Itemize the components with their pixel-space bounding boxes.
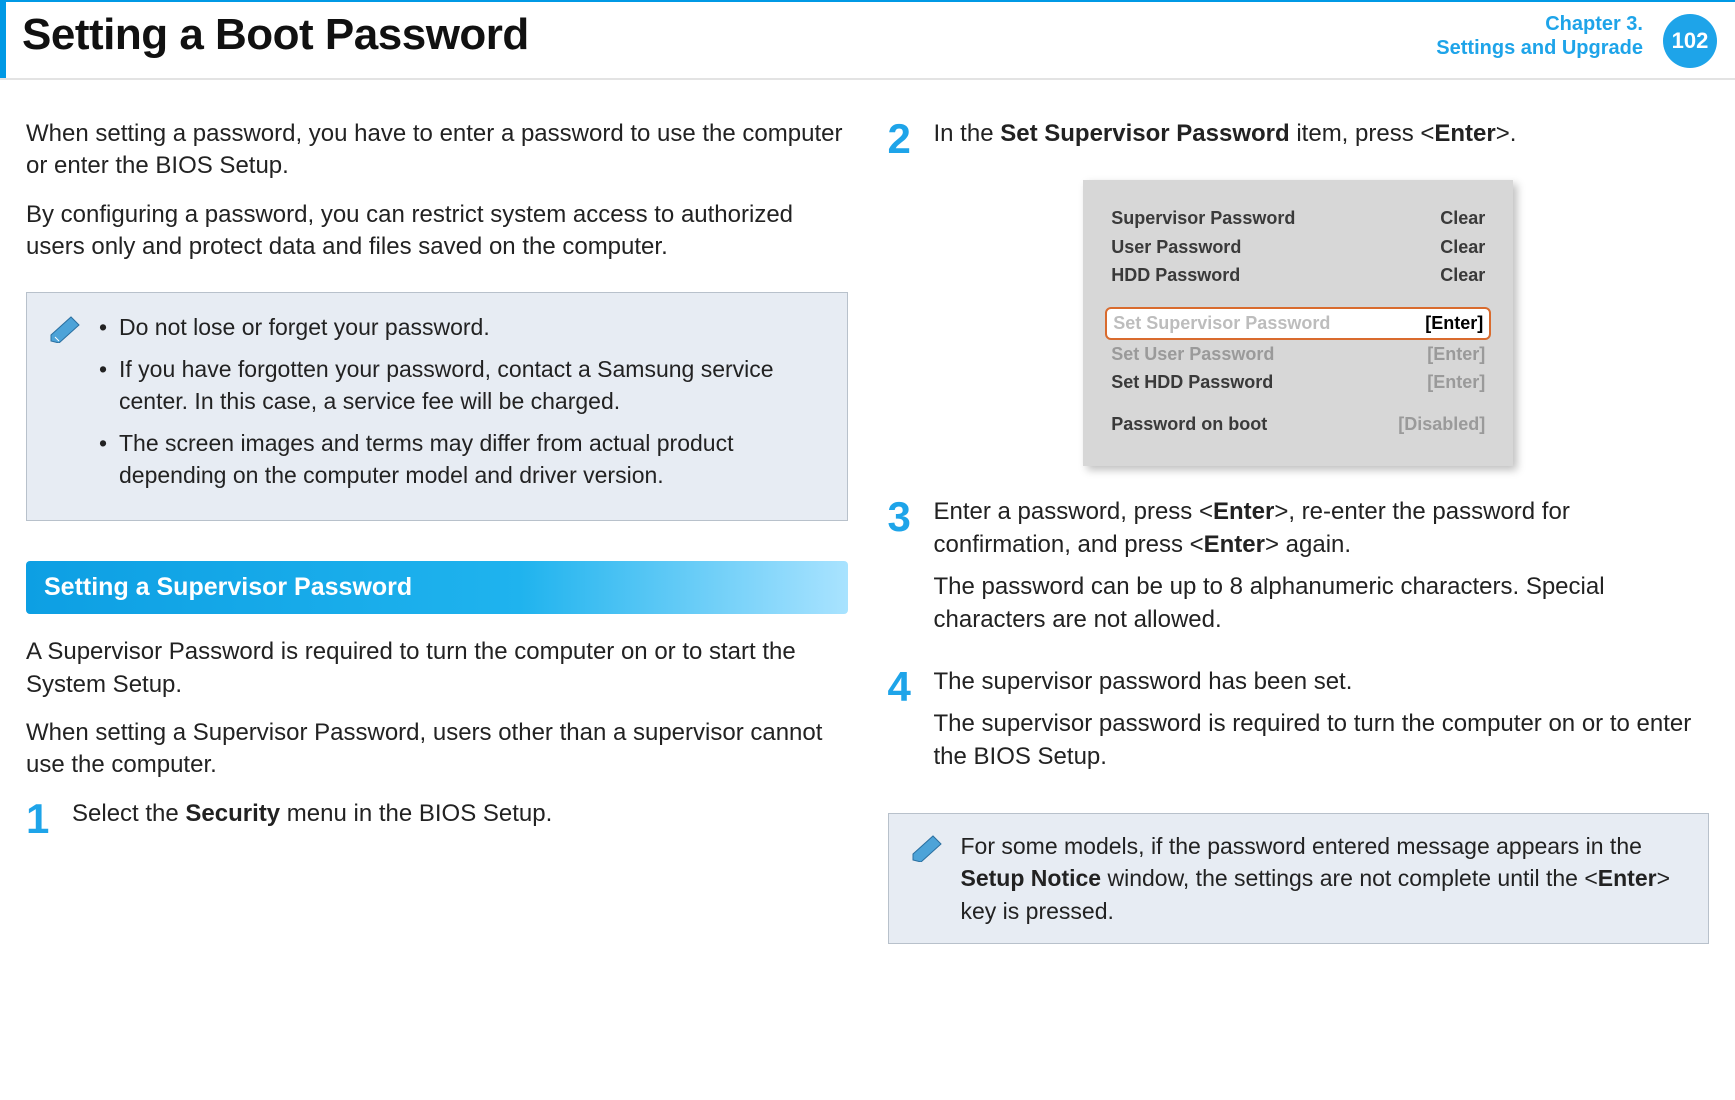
step-3: 3 Enter a password, press <Enter>, re-en…: [888, 496, 1710, 646]
text: Select the: [72, 800, 185, 827]
bios-row: Password on boot [Disabled]: [1111, 412, 1485, 436]
bios-label: Set Supervisor Password: [1113, 311, 1330, 335]
text: The supervisor password is required to t…: [934, 708, 1710, 773]
intro-paragraph-1: When setting a password, you have to ent…: [26, 118, 848, 183]
note-item: Do not lose or forget your password.: [99, 311, 825, 343]
page-number-badge: 102: [1663, 14, 1717, 68]
bios-row: User Password Clear: [1111, 235, 1485, 259]
note-list: Do not lose or forget your password. If …: [99, 311, 825, 502]
bios-value: [Enter]: [1427, 342, 1485, 366]
step-2: 2 In the Set Supervisor Password item, p…: [888, 118, 1710, 160]
text: menu in the BIOS Setup.: [280, 800, 552, 827]
note-text: For some models, if the password entered…: [961, 830, 1687, 927]
bios-row: Set HDD Password [Enter]: [1111, 370, 1485, 394]
bios-value: Clear: [1440, 235, 1485, 259]
note-icon: [49, 315, 85, 343]
bios-row: HDD Password Clear: [1111, 263, 1485, 287]
text: > again.: [1265, 531, 1351, 558]
text: For some models, if the password entered…: [961, 833, 1642, 859]
bios-row: Supervisor Password Clear: [1111, 206, 1485, 230]
bios-label: HDD Password: [1111, 263, 1240, 287]
step-body: The supervisor password has been set. Th…: [934, 666, 1710, 783]
bios-value: Clear: [1440, 206, 1485, 230]
page-title: Setting a Boot Password: [6, 2, 1436, 78]
chapter-label: Chapter 3. Settings and Upgrade: [1436, 2, 1657, 78]
step-number: 4: [888, 666, 918, 783]
step-4: 4 The supervisor password has been set. …: [888, 666, 1710, 783]
chapter-line-1: Chapter 3.: [1436, 12, 1643, 36]
bold-text: Enter: [1434, 120, 1495, 147]
content-columns: When setting a password, you have to ent…: [0, 80, 1735, 944]
text: Enter a password, press <: [934, 498, 1213, 525]
manual-page: Setting a Boot Password Chapter 3. Setti…: [0, 0, 1735, 1100]
bios-screenshot-wrap: Supervisor Password Clear User Password …: [888, 180, 1710, 466]
bold-text: Enter: [1598, 865, 1657, 891]
bios-value: Clear: [1440, 263, 1485, 287]
supervisor-paragraph-2: When setting a Supervisor Password, user…: [26, 717, 848, 782]
text: In the: [934, 120, 1001, 147]
note-box: Do not lose or forget your password. If …: [26, 292, 848, 521]
bold-text: Enter: [1204, 531, 1265, 558]
bios-label: Set HDD Password: [1111, 370, 1273, 394]
note-item: The screen images and terms may differ f…: [99, 427, 825, 491]
bios-value: [Enter]: [1427, 370, 1485, 394]
supervisor-paragraph-1: A Supervisor Password is required to tur…: [26, 636, 848, 701]
section-heading: Setting a Supervisor Password: [26, 561, 848, 615]
step-body: Select the Security menu in the BIOS Set…: [72, 798, 848, 840]
text: window, the settings are not complete un…: [1101, 865, 1598, 891]
step-number: 1: [26, 798, 56, 840]
bios-row-highlighted: Set Supervisor Password [Enter]: [1105, 307, 1491, 339]
bold-text: Setup Notice: [961, 865, 1102, 891]
page-header: Setting a Boot Password Chapter 3. Setti…: [0, 0, 1735, 78]
chapter-line-2: Settings and Upgrade: [1436, 36, 1643, 60]
text: item, press <: [1290, 120, 1435, 147]
step-number: 3: [888, 496, 918, 646]
intro-paragraph-2: By configuring a password, you can restr…: [26, 199, 848, 264]
step-number: 2: [888, 118, 918, 160]
note-icon: [911, 834, 947, 862]
text: The password can be up to 8 alphanumeric…: [934, 571, 1710, 636]
step-body: Enter a password, press <Enter>, re-ente…: [934, 496, 1710, 646]
right-column: 2 In the Set Supervisor Password item, p…: [888, 118, 1710, 944]
text: >.: [1496, 120, 1517, 147]
note-item: If you have forgotten your password, con…: [99, 353, 825, 417]
bold-text: Security: [185, 800, 280, 827]
bios-value: [Disabled]: [1398, 412, 1485, 436]
bios-row: Set User Password [Enter]: [1111, 342, 1485, 366]
bold-text: Enter: [1213, 498, 1274, 525]
step-body: In the Set Supervisor Password item, pre…: [934, 118, 1710, 160]
bios-value: [Enter]: [1425, 311, 1483, 335]
bios-label: Set User Password: [1111, 342, 1274, 366]
left-column: When setting a password, you have to ent…: [26, 118, 848, 944]
step-1: 1 Select the Security menu in the BIOS S…: [26, 798, 848, 840]
bios-label: Supervisor Password: [1111, 206, 1295, 230]
note-box-2: For some models, if the password entered…: [888, 813, 1710, 944]
bios-label: User Password: [1111, 235, 1241, 259]
bios-panel: Supervisor Password Clear User Password …: [1083, 180, 1513, 466]
bold-text: Set Supervisor Password: [1000, 120, 1289, 147]
text: The supervisor password has been set.: [934, 666, 1710, 698]
bios-label: Password on boot: [1111, 412, 1267, 436]
